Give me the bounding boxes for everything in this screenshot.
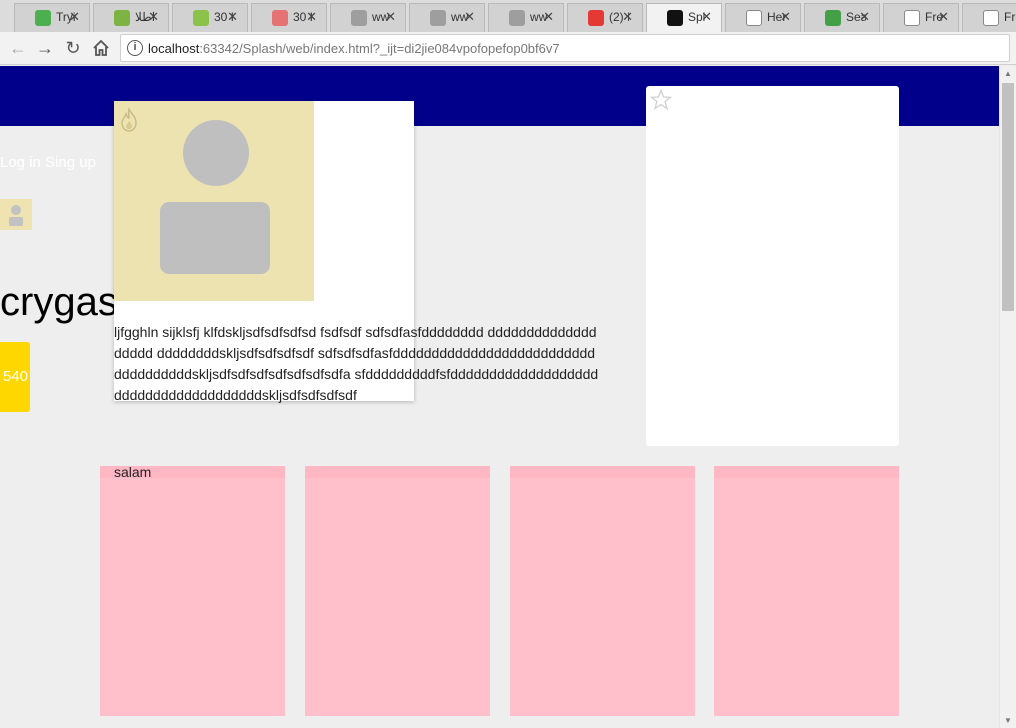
- reload-icon[interactable]: ↻: [61, 36, 85, 60]
- vertical-scrollbar[interactable]: ▲ ▼: [999, 66, 1016, 728]
- apple-icon: [114, 10, 130, 26]
- auth-links[interactable]: Log in Sing up: [0, 154, 96, 171]
- browser-tab[interactable]: Sea ✕: [804, 3, 880, 32]
- tile-stripe: [510, 466, 695, 478]
- browser-tab[interactable]: Her ✕: [725, 3, 801, 32]
- tab-close-icon[interactable]: ✕: [306, 9, 317, 25]
- tile-1[interactable]: [100, 466, 285, 716]
- tab-strip: Tryi ✕ اطلا ✕ 30 I ✕ 30 I ✕ ww ✕ ww ✕ ww ✕ (2) I ✕ Spl ✕ H…: [0, 0, 1016, 32]
- browser-tab[interactable]: Fre✕: [883, 3, 959, 32]
- scroll-up-icon[interactable]: ▲: [1004, 69, 1012, 78]
- address-url[interactable]: localhost:63342/Splash/web/index.html?_i…: [148, 41, 560, 56]
- scroll-down-icon[interactable]: ▼: [1004, 716, 1012, 725]
- video-icon: [351, 10, 367, 26]
- tab-close-icon[interactable]: ✕: [859, 9, 870, 25]
- side-panel: [646, 86, 899, 446]
- browser-tab[interactable]: 30 I ✕: [172, 3, 248, 32]
- tab-close-icon[interactable]: ✕: [69, 9, 80, 25]
- tile-stripe: [714, 466, 899, 478]
- url-path: :63342/Splash/web/index.html?_ijt=di2jie…: [199, 41, 560, 56]
- tab-close-icon[interactable]: ✕: [464, 9, 475, 25]
- mini-avatar[interactable]: [0, 199, 32, 230]
- count-badge[interactable]: 540: [0, 342, 30, 412]
- browser-tab[interactable]: Fre✕: [962, 3, 1016, 32]
- home-icon[interactable]: [89, 36, 113, 60]
- browser-tab[interactable]: Tryi ✕: [14, 3, 90, 32]
- tab-close-icon[interactable]: ✕: [148, 9, 159, 25]
- tab-close-icon[interactable]: ✕: [227, 9, 238, 25]
- browser-tab[interactable]: ww ✕: [409, 3, 485, 32]
- intellij-icon: [667, 10, 683, 26]
- filter-icon: [825, 10, 841, 26]
- profile-photo-placeholder: [114, 101, 314, 301]
- tile-label: salam: [114, 464, 152, 480]
- page-icon: [904, 10, 920, 26]
- tab-close-icon[interactable]: ✕: [701, 9, 712, 25]
- tile-2[interactable]: [305, 466, 490, 716]
- page-viewport: Log in Sing up crygas 540 ljfgghln sijkl…: [0, 66, 999, 728]
- user-icon: [9, 205, 23, 226]
- avatar-body: [160, 202, 270, 274]
- browser-toolbar: ← → ↻ i localhost:63342/Splash/web/index…: [0, 32, 1016, 65]
- video-icon: [430, 10, 446, 26]
- site-info-icon[interactable]: i: [127, 40, 143, 56]
- tab-close-icon[interactable]: ✕: [385, 9, 396, 25]
- browser-tab[interactable]: Spl ✕: [646, 3, 722, 32]
- star-icon[interactable]: [650, 89, 672, 111]
- url-host: localhost: [148, 41, 200, 56]
- tile-3[interactable]: [510, 466, 695, 716]
- tab-title: Fre: [1004, 10, 1016, 24]
- site-title: crygas: [0, 280, 118, 324]
- tile-stripe: [305, 466, 490, 478]
- flame-icon[interactable]: [118, 107, 140, 133]
- back-arrow-icon[interactable]: ←: [6, 36, 30, 60]
- w3schools-icon: [35, 10, 51, 26]
- video-icon: [509, 10, 525, 26]
- tile-4[interactable]: [714, 466, 899, 716]
- scrollbar-thumb[interactable]: [1002, 83, 1014, 311]
- tab-close-icon[interactable]: ✕: [622, 9, 633, 25]
- page-icon: [983, 10, 999, 26]
- tab-close-icon[interactable]: ✕: [938, 9, 949, 25]
- card-description: ljfgghln sijklsfj klfdskljsdfsdfsdfsd fs…: [114, 324, 599, 403]
- browser-tab[interactable]: 30 I ✕: [251, 3, 327, 32]
- browser-tab[interactable]: ww ✕: [330, 3, 406, 32]
- tab-close-icon[interactable]: ✕: [780, 9, 791, 25]
- tab-close-icon[interactable]: ✕: [543, 9, 554, 25]
- tl-icon: [272, 10, 288, 26]
- leaf-icon: [193, 10, 209, 26]
- browser-tab[interactable]: ww ✕: [488, 3, 564, 32]
- youtube-icon: [588, 10, 604, 26]
- address-bar[interactable]: i localhost:63342/Splash/web/index.html?…: [120, 34, 1010, 62]
- browser-tab[interactable]: (2) I ✕: [567, 3, 643, 32]
- avatar-head: [183, 120, 249, 186]
- forward-arrow-icon[interactable]: →: [33, 36, 57, 60]
- browser-tab[interactable]: اطلا ✕: [93, 3, 169, 32]
- page-icon: [746, 10, 762, 26]
